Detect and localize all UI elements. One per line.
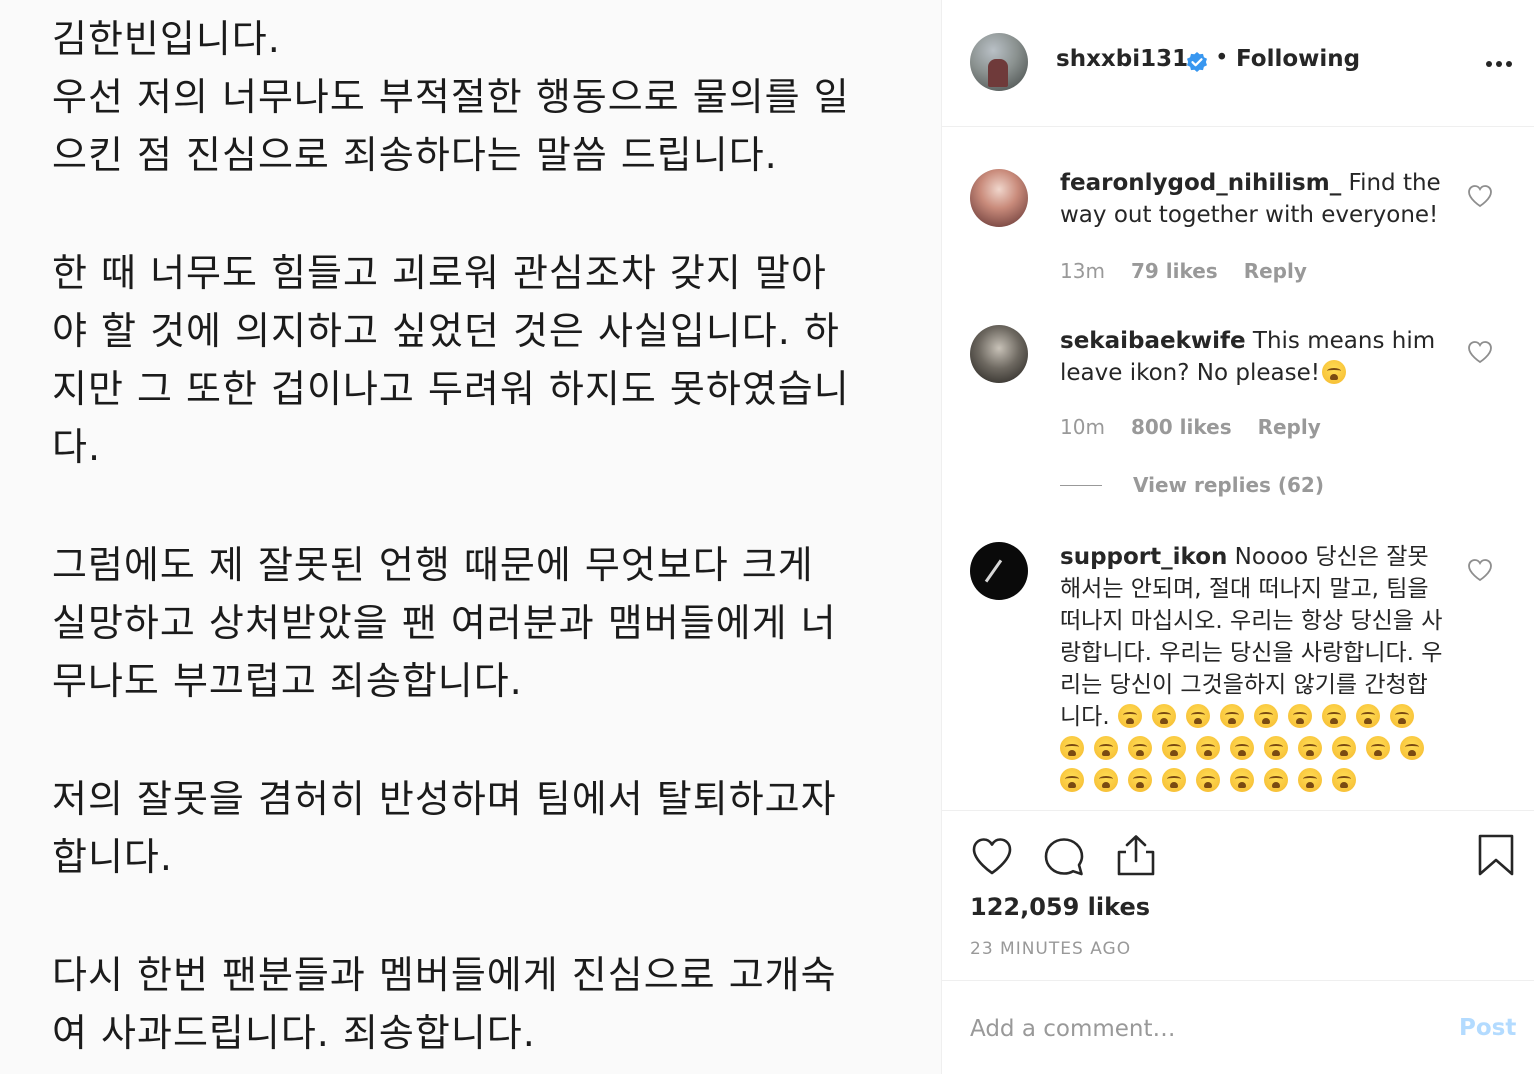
statement-line: 무나도 부끄럽고 죄송합니다. (52, 659, 523, 703)
post-image: 김한빈입니다. 우선 저의 너무나도 부적절한 행동으로 물의를 일 으킨 점 … (0, 0, 941, 1074)
loudly-crying-face-emoji (1128, 736, 1152, 760)
statement-line: 우선 저의 너무나도 부적절한 행동으로 물의를 일 (52, 75, 850, 119)
loudly-crying-face-emoji (1400, 736, 1424, 760)
loudly-crying-face-emoji (1128, 768, 1152, 792)
comment-time: 10m (1060, 415, 1105, 439)
statement-line: 지만 그 또한 겁이나고 두려워 하지도 못하였습니 (52, 367, 850, 411)
comments-list: fearonlygod_nihilism_ Find the way out t… (942, 127, 1534, 809)
comment-text: sekaibaekwife This means him leave ikon?… (1060, 325, 1445, 389)
comment-meta: 13m 79 likes Reply (1060, 259, 1333, 283)
view-replies-divider (1060, 485, 1102, 486)
post-actions: 122,059 likes 23 MINUTES AGO (942, 810, 1534, 981)
comment-item: support_ikon Noooo 당신은 잘못 해서는 안되며, 절대 떠나… (942, 527, 1534, 809)
loudly-crying-face-emoji (1298, 736, 1322, 760)
statement-line: 다. (52, 425, 102, 469)
comment-time: 13m (1060, 259, 1105, 283)
verified-badge-icon (1187, 52, 1207, 72)
view-replies-button[interactable]: View replies (62) (1133, 473, 1324, 497)
post-comment-button[interactable]: Post (1459, 1015, 1516, 1041)
loudly-crying-face-emoji (1117, 704, 1142, 728)
avatar[interactable] (970, 542, 1028, 600)
loudly-crying-face-emoji (1332, 736, 1356, 760)
loudly-crying-face-emoji (1253, 704, 1278, 728)
bookmark-icon[interactable] (1474, 833, 1518, 877)
loudly-crying-face-emoji (1389, 704, 1414, 728)
loudly-crying-face-emoji (1230, 736, 1254, 760)
comment-username[interactable]: support_ikon (1060, 544, 1227, 570)
loudly-crying-face-emoji (1060, 768, 1084, 792)
statement-line: 저의 잘못을 겸허히 반성하며 팀에서 탈퇴하고자 (52, 777, 837, 821)
avatar[interactable] (970, 169, 1028, 227)
loudly-crying-face-emoji (1230, 768, 1254, 792)
post-likes-count[interactable]: 122,059 likes (970, 893, 1150, 921)
post-timestamp: 23 MINUTES AGO (970, 939, 1132, 959)
loudly-crying-face-emoji (1366, 736, 1390, 760)
comment-likes[interactable]: 79 likes (1131, 259, 1218, 283)
post-side-panel: shxxbi131 • Following fearonlygod_nihili… (941, 0, 1534, 1074)
comment-reply-button[interactable]: Reply (1244, 259, 1307, 283)
statement-line: 실망하고 상처받았을 팬 여러분과 맴버들에게 너 (52, 601, 837, 645)
statement-line: 으킨 점 진심으로 죄송하다는 말씀 드립니다. (52, 133, 778, 177)
loudly-crying-face-emoji (1060, 736, 1084, 760)
like-comment-heart-icon[interactable] (1467, 340, 1493, 364)
share-icon[interactable] (1114, 833, 1158, 877)
comment-text: support_ikon Noooo 당신은 잘못 해서는 안되며, 절대 떠나… (1060, 541, 1445, 797)
loudly-crying-face-emoji (1094, 768, 1118, 792)
comment-username[interactable]: fearonlygod_nihilism_ (1060, 170, 1341, 196)
statement-line: 여 사과드립니다. 죄송합니다. (52, 1011, 536, 1055)
comment-meta: 10m 800 likes Reply (1060, 415, 1347, 439)
comment-username[interactable]: sekaibaekwife (1060, 328, 1246, 354)
loudly-crying-face-emoji (1162, 736, 1186, 760)
like-comment-heart-icon[interactable] (1467, 558, 1493, 582)
statement-line: 다시 한번 팬분들과 멤버들에게 진심으로 고개숙 (52, 953, 837, 997)
loudly-crying-face-emoji (1321, 360, 1346, 384)
loudly-crying-face-emoji (1355, 704, 1380, 728)
loudly-crying-face-emoji (1094, 736, 1118, 760)
loudly-crying-face-emoji (1185, 704, 1210, 728)
loudly-crying-face-emoji (1151, 704, 1176, 728)
comment-icon[interactable] (1042, 835, 1086, 879)
loudly-crying-face-emoji (1219, 704, 1244, 728)
loudly-crying-face-emoji (1298, 768, 1322, 792)
loudly-crying-face-emoji (1287, 704, 1312, 728)
more-options-icon[interactable] (1485, 60, 1513, 68)
statement-line: 김한빈입니다. (52, 17, 281, 61)
avatar[interactable] (970, 325, 1028, 383)
like-comment-heart-icon[interactable] (1467, 184, 1493, 208)
post-header: shxxbi131 • Following (942, 0, 1534, 127)
comment-reply-button[interactable]: Reply (1258, 415, 1321, 439)
separator-dot: • (1215, 45, 1229, 71)
loudly-crying-face-emoji (1332, 768, 1356, 792)
post-author-username[interactable]: shxxbi131 (1056, 46, 1188, 72)
heart-icon[interactable] (970, 835, 1014, 879)
emoji-row (1060, 704, 1434, 794)
statement-line: 그럼에도 제 잘못된 언행 때문에 무엇보다 크게 (52, 543, 814, 587)
statement-line: 야 할 것에 의지하고 싶었던 것은 사실입니다. 하 (52, 309, 840, 353)
loudly-crying-face-emoji (1264, 736, 1288, 760)
comment-input[interactable] (970, 1011, 1410, 1047)
loudly-crying-face-emoji (1321, 704, 1346, 728)
comment-likes[interactable]: 800 likes (1131, 415, 1232, 439)
loudly-crying-face-emoji (1162, 768, 1186, 792)
add-comment-section: Post (942, 980, 1534, 1075)
statement-line: 한 때 너무도 힘들고 괴로워 관심조차 갖지 말아 (52, 251, 827, 295)
comment-body: Noooo 당신은 잘못 해서는 안되며, 절대 떠나지 말고, 팀을 떠나지 … (1060, 544, 1443, 730)
comment-text: fearonlygod_nihilism_ Find the way out t… (1060, 167, 1445, 231)
following-button[interactable]: Following (1236, 46, 1360, 72)
comment-item: fearonlygod_nihilism_ Find the way out t… (942, 127, 1534, 307)
loudly-crying-face-emoji (1264, 768, 1288, 792)
statement-line: 합니다. (52, 835, 173, 879)
loudly-crying-face-emoji (1196, 768, 1220, 792)
loudly-crying-face-emoji (1196, 736, 1220, 760)
avatar[interactable] (970, 33, 1028, 91)
